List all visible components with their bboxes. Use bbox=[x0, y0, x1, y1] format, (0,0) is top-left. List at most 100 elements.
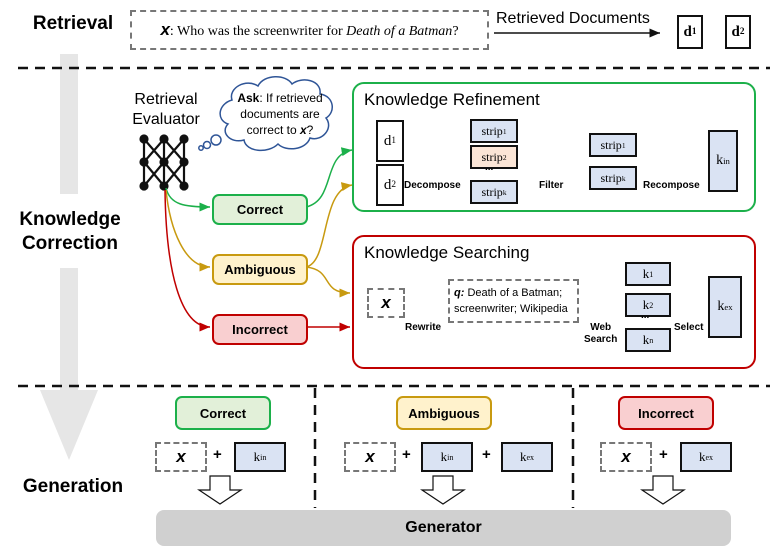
search-result-k1: k1 bbox=[625, 262, 671, 286]
generator-bar: Generator bbox=[156, 510, 731, 546]
recompose-label: Recompose bbox=[643, 180, 700, 191]
connector-correct bbox=[165, 187, 211, 212]
action-correct: Correct bbox=[212, 194, 308, 225]
query-line-2: screenwriter; Wikipedia bbox=[454, 303, 568, 315]
evaluator-network-icon bbox=[139, 134, 189, 191]
k-sub: ex bbox=[724, 302, 733, 312]
thought-bold: Ask bbox=[237, 91, 260, 105]
retrieved-doc-2: d2 bbox=[725, 15, 751, 49]
gen-ambiguous-x: x bbox=[344, 442, 396, 472]
stage-label-knowledge-correction: Knowledge Correction bbox=[10, 208, 130, 256]
gen-incorrect-plus: + bbox=[659, 446, 668, 463]
k-sub: 1 bbox=[649, 269, 654, 279]
strip-sub: 2 bbox=[502, 152, 507, 162]
strip-sub: 1 bbox=[621, 140, 626, 150]
web-search-line-1: Web bbox=[590, 322, 612, 333]
filtered-strip-k: strip k bbox=[589, 166, 637, 190]
x-var: x bbox=[621, 447, 631, 466]
refinement-doc-1: d1 bbox=[376, 120, 404, 162]
gen-correct-x: x bbox=[155, 442, 207, 472]
action-incorrect: Incorrect bbox=[212, 314, 308, 345]
query-line-1: Death of a Batman; bbox=[464, 287, 563, 299]
rewritten-query-box: q: Death of a Batman; screenwriter; Wiki… bbox=[448, 279, 579, 323]
k-sub: 2 bbox=[649, 300, 654, 310]
gen-action-incorrect: Incorrect bbox=[618, 396, 714, 430]
x-var: x bbox=[176, 447, 186, 466]
k-ex-output: k ex bbox=[708, 276, 742, 338]
link-ambiguous-searching bbox=[305, 266, 351, 298]
stage-flow-arrow bbox=[40, 54, 98, 460]
query-label: q: bbox=[454, 287, 465, 299]
thought-line-3: correct to bbox=[246, 123, 300, 137]
x-var: x bbox=[381, 293, 391, 312]
gen-action-ambiguous: Ambiguous bbox=[396, 396, 492, 430]
searching-title: Knowledge Searching bbox=[364, 243, 530, 262]
web-search-label: Web Search bbox=[584, 322, 617, 346]
k-sub: in bbox=[447, 452, 454, 462]
web-search-line-2: Search bbox=[584, 334, 618, 345]
thought-var: x bbox=[299, 123, 307, 137]
doc-sub: 2 bbox=[739, 27, 745, 37]
k-sub: in bbox=[723, 156, 730, 166]
retrieved-doc-1: d1 bbox=[677, 15, 703, 49]
strip-k: strip k bbox=[470, 180, 518, 204]
strip-base: strip bbox=[600, 170, 622, 185]
strip-sub: k bbox=[621, 173, 626, 183]
doc-sub: 1 bbox=[391, 136, 397, 146]
gen-action-correct: Correct bbox=[175, 396, 271, 430]
strip-base: strip bbox=[600, 137, 622, 152]
thought-end: ? bbox=[306, 123, 314, 137]
link-correct-refinement bbox=[305, 147, 353, 208]
strip-base: strip bbox=[481, 123, 503, 138]
results-ellipsis: ... bbox=[641, 310, 650, 321]
k-base: k bbox=[717, 299, 725, 314]
connector-incorrect bbox=[164, 189, 211, 332]
query-text: : Who was the screenwriter for bbox=[169, 24, 347, 39]
thought-line-1: : If retrieved bbox=[259, 91, 323, 105]
doc-base: d bbox=[383, 176, 392, 193]
doc-base: d bbox=[731, 23, 740, 40]
k-sub: ex bbox=[526, 452, 535, 462]
decompose-label: Decompose bbox=[404, 180, 461, 191]
k-sub: in bbox=[260, 452, 267, 462]
doc-sub: 2 bbox=[391, 180, 397, 190]
down-arrow-correct bbox=[197, 475, 243, 505]
doc-base: d bbox=[383, 132, 392, 149]
link-ambiguous-refinement bbox=[305, 182, 353, 268]
query-title: Death of a Batman bbox=[346, 24, 453, 39]
gen-correct-plus: + bbox=[213, 446, 222, 463]
down-arrow-incorrect bbox=[640, 475, 686, 505]
query-box: x: Who was the screenwriter for Death of… bbox=[130, 10, 489, 50]
k-in-output: k in bbox=[708, 130, 738, 192]
stage-label-correction: Correction bbox=[21, 233, 119, 254]
query-end: ? bbox=[452, 24, 459, 39]
rewrite-label: Rewrite bbox=[405, 322, 442, 333]
connector-ambiguous bbox=[165, 189, 211, 272]
strip-ellipsis: ... bbox=[485, 162, 494, 173]
search-result-kn: kn bbox=[625, 328, 671, 352]
stage-label-knowledge: Knowledge bbox=[19, 209, 121, 230]
strip-2: strip 2 bbox=[470, 145, 518, 169]
x-var: x bbox=[365, 447, 375, 466]
gen-ambiguous-k-ex: k ex bbox=[501, 442, 553, 472]
k-sub: ex bbox=[705, 452, 714, 462]
gen-ambiguous-plus-2: + bbox=[482, 446, 491, 463]
k-base: k bbox=[716, 153, 724, 168]
k-sub: n bbox=[649, 335, 654, 345]
strip-1: strip 1 bbox=[470, 119, 518, 143]
gen-ambiguous-k-in: k in bbox=[421, 442, 473, 472]
gen-incorrect-x: x bbox=[600, 442, 652, 472]
gen-ambiguous-plus-1: + bbox=[402, 446, 411, 463]
strip-sub: 1 bbox=[502, 126, 507, 136]
refinement-doc-2: d2 bbox=[376, 164, 404, 206]
gen-incorrect-k-ex: k ex bbox=[680, 442, 732, 472]
doc-base: d bbox=[683, 23, 692, 40]
down-arrow-ambiguous bbox=[420, 475, 466, 505]
knowledge-refinement-panel: Knowledge Refinement bbox=[352, 82, 756, 212]
thought-line-2: documents are bbox=[240, 107, 320, 121]
gen-correct-k-in: k in bbox=[234, 442, 286, 472]
evaluator-line-1: Retrieval bbox=[134, 91, 198, 108]
retrieval-evaluator-label: Retrieval Evaluator bbox=[128, 90, 204, 130]
filter-label: Filter bbox=[539, 180, 564, 191]
searching-input-x: x bbox=[367, 288, 405, 318]
